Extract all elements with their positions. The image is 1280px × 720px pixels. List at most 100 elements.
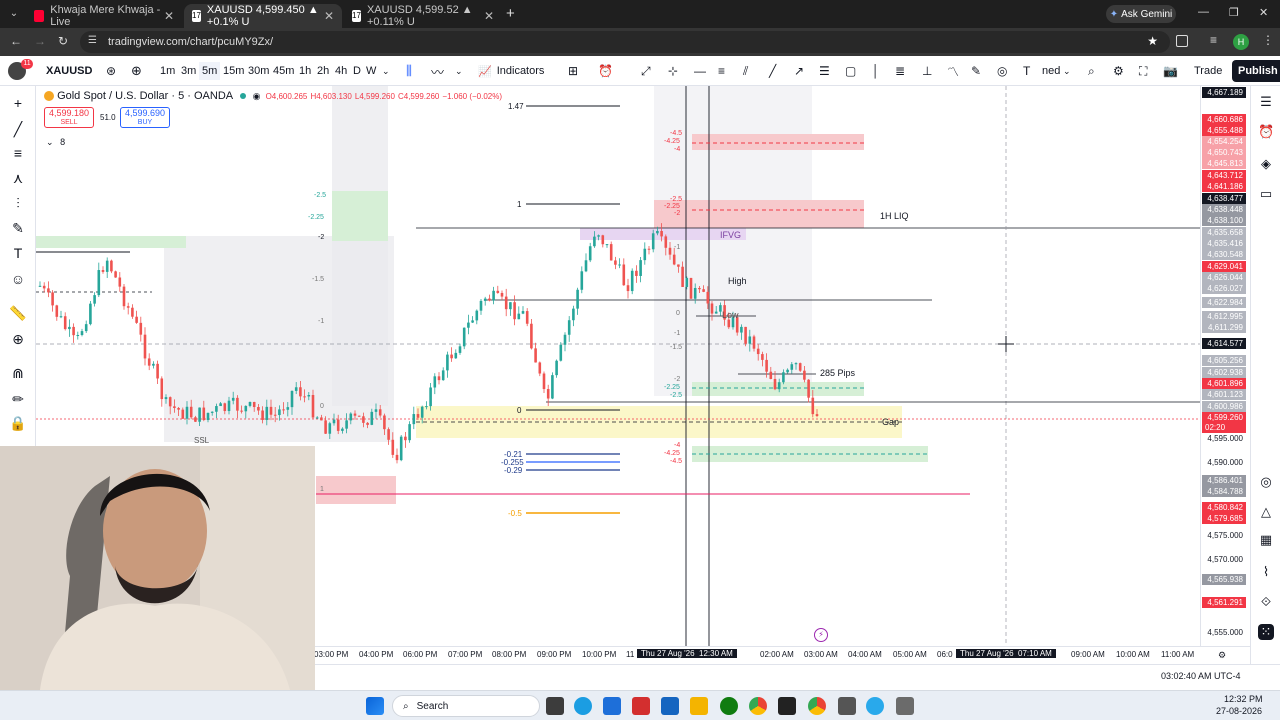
vertical-line-icon[interactable]: │ <box>872 62 880 80</box>
app-dark-icon[interactable] <box>778 697 796 715</box>
task-view-icon[interactable] <box>546 697 564 715</box>
interval-1h[interactable]: 1h <box>299 62 311 80</box>
chrome-icon[interactable] <box>749 697 767 715</box>
xbox-icon[interactable] <box>720 697 738 715</box>
time-settings-icon[interactable]: ⚙ <box>1218 650 1226 661</box>
add-symbol-icon[interactable]: ⊕ <box>131 62 142 80</box>
interval-2h[interactable]: 2h <box>317 62 329 80</box>
publish-button[interactable]: Publish <box>1232 60 1280 82</box>
crosshair-tool-icon[interactable]: ⊹ <box>668 62 678 80</box>
text-tool-icon[interactable]: T <box>1023 62 1030 80</box>
fib-extension-icon[interactable]: ≣ <box>895 62 905 80</box>
forward-arrow-icon[interactable]: → <box>34 34 46 48</box>
url-field[interactable]: ☰ tradingview.com/chart/pcuMY9Zx/ ★ <box>80 31 1170 53</box>
circle-icon[interactable]: ◎ <box>997 62 1007 80</box>
close-icon[interactable]: ✕ <box>324 9 334 23</box>
chat-icon[interactable]: ▭ <box>1258 186 1274 202</box>
ray-icon[interactable]: ↗ <box>794 62 804 80</box>
telegram-icon[interactable] <box>866 697 884 715</box>
maximize-button[interactable]: ❐ <box>1229 6 1239 19</box>
lock-drawings-icon[interactable]: ✏ <box>9 390 27 408</box>
reload-icon[interactable]: ↻ <box>58 34 68 48</box>
interval-d[interactable]: D <box>353 62 361 80</box>
bookmark-star-icon[interactable]: ★ <box>1147 34 1158 48</box>
candles-icon[interactable]: ⫼ <box>406 62 412 80</box>
start-icon[interactable] <box>366 697 384 715</box>
interval-30m[interactable]: 30m <box>248 62 269 80</box>
templates-icon[interactable]: ⊞ <box>568 62 578 80</box>
taskbar-search-box[interactable]: ⌕ Search <box>392 695 540 717</box>
text-icon[interactable]: T <box>9 244 27 262</box>
tab-tradingview-2[interactable]: 17 XAUUSD 4,599.52 ▲ +0.11% U ✕ <box>344 4 502 28</box>
chrome-icon[interactable] <box>808 697 826 715</box>
replay-icon[interactable]: ⤢ <box>641 62 651 80</box>
tab-search-icon[interactable]: ⌄ <box>6 6 22 22</box>
compare-icon[interactable]: ⊛ <box>106 62 116 80</box>
pitchfork-icon[interactable]: ⊥ <box>922 62 932 80</box>
taskbar-date[interactable]: 27-08-2026 <box>1216 706 1262 716</box>
interval-1m[interactable]: 1m <box>160 62 175 80</box>
zoom-in-icon[interactable]: ⊕ <box>9 330 27 348</box>
zoom-icon[interactable]: ⌕ <box>1088 62 1095 80</box>
brush-icon[interactable]: ✎ <box>9 219 27 237</box>
interval-15m[interactable]: 15m <box>223 62 244 80</box>
tab-tradingview-1[interactable]: 17 XAUUSD 4,599.450 ▲ +0.1% U ✕ <box>184 4 342 28</box>
alert-icon[interactable]: ⏰ <box>598 62 613 80</box>
settings-icon[interactable] <box>896 697 914 715</box>
pattern-icon[interactable]: ⋏ <box>9 169 27 187</box>
interval-5m[interactable]: 5m <box>199 62 221 80</box>
store-icon[interactable] <box>603 697 621 715</box>
forecast-icon[interactable]: ⫶ <box>9 194 27 212</box>
extensions-icon[interactable] <box>1176 35 1188 47</box>
edge-icon[interactable] <box>574 697 592 715</box>
tab-youtube[interactable]: Khwaja Mere Khwaja - Live ✕ <box>26 4 182 28</box>
target-icon[interactable]: ◎ <box>1258 474 1274 490</box>
path-icon[interactable]: 〽 <box>947 62 959 80</box>
menu-kebab-icon[interactable]: ⋮ <box>1262 33 1274 47</box>
emoji-icon[interactable]: ☺ <box>9 270 27 288</box>
settings-icon[interactable]: ⚙ <box>1113 62 1124 80</box>
indicator-toggle[interactable]: ⌄ 8 <box>46 137 65 148</box>
alerts-icon[interactable]: ⏰ <box>1258 124 1274 140</box>
chevron-down-icon[interactable]: ⌄ <box>455 62 463 80</box>
broadcast-icon[interactable]: ⌇ <box>1258 564 1274 580</box>
price-scale[interactable]: 4,667.189 4,660.686 4,655.488 4,654.254 … <box>1200 86 1250 646</box>
indicators-button[interactable]: 📈 Indicators <box>478 62 544 80</box>
interval-w[interactable]: W <box>366 62 376 80</box>
fib-icon[interactable]: ≡ <box>718 62 725 80</box>
brush-icon[interactable]: ✎ <box>971 62 981 80</box>
chevron-down-icon[interactable]: ⌄ <box>382 62 390 80</box>
line-chart-icon[interactable]: 〰 <box>431 62 444 80</box>
buy-button[interactable]: 4,599.690 BUY <box>120 107 170 128</box>
rectangle-icon[interactable]: ▢ <box>845 62 856 80</box>
apps-grid-icon[interactable]: ⁙ <box>1258 624 1274 640</box>
watchlist-icon[interactable]: ☰ <box>1258 94 1274 110</box>
lock-icon[interactable]: 🔒 <box>9 414 27 432</box>
magnet-icon[interactable]: ⋒ <box>9 364 27 382</box>
trendline-icon[interactable]: ╱ <box>9 120 27 138</box>
media-icon[interactable]: ≡ <box>1210 33 1217 47</box>
app-gear-icon[interactable] <box>838 697 856 715</box>
trade-button[interactable]: Trade <box>1194 62 1222 80</box>
layout-name[interactable]: ned <box>1042 62 1060 80</box>
symbol-search[interactable]: XAUUSD <box>40 62 104 80</box>
calendar-icon[interactable]: ▦ <box>1258 532 1274 548</box>
minimize-button[interactable]: — <box>1198 6 1209 18</box>
camera-icon[interactable]: 📷 <box>1163 62 1178 80</box>
timezone-clock[interactable]: 03:02:40 AM UTC-4 <box>1161 671 1241 681</box>
fib-tools-icon[interactable]: ≡ <box>9 144 27 162</box>
new-tab-button[interactable]: + <box>506 5 515 22</box>
taskbar-time[interactable]: 12:32 PM <box>1224 694 1263 704</box>
sell-button[interactable]: 4,599.180 SELL <box>44 107 94 128</box>
close-icon[interactable]: ✕ <box>484 9 494 23</box>
crosshair-icon[interactable]: + <box>9 94 27 112</box>
interval-4h[interactable]: 4h <box>335 62 347 80</box>
eye-icon[interactable]: ◉ <box>253 91 261 101</box>
interval-45m[interactable]: 45m <box>273 62 294 80</box>
hotlist-icon[interactable]: ⟐ <box>1258 594 1274 610</box>
horizontal-line-icon[interactable]: — <box>694 62 706 80</box>
ask-gemini-button[interactable]: ✦ Ask Gemini <box>1106 5 1176 23</box>
app-blue-icon[interactable] <box>661 697 679 715</box>
close-icon[interactable]: ✕ <box>164 9 174 23</box>
file-explorer-icon[interactable] <box>690 697 708 715</box>
